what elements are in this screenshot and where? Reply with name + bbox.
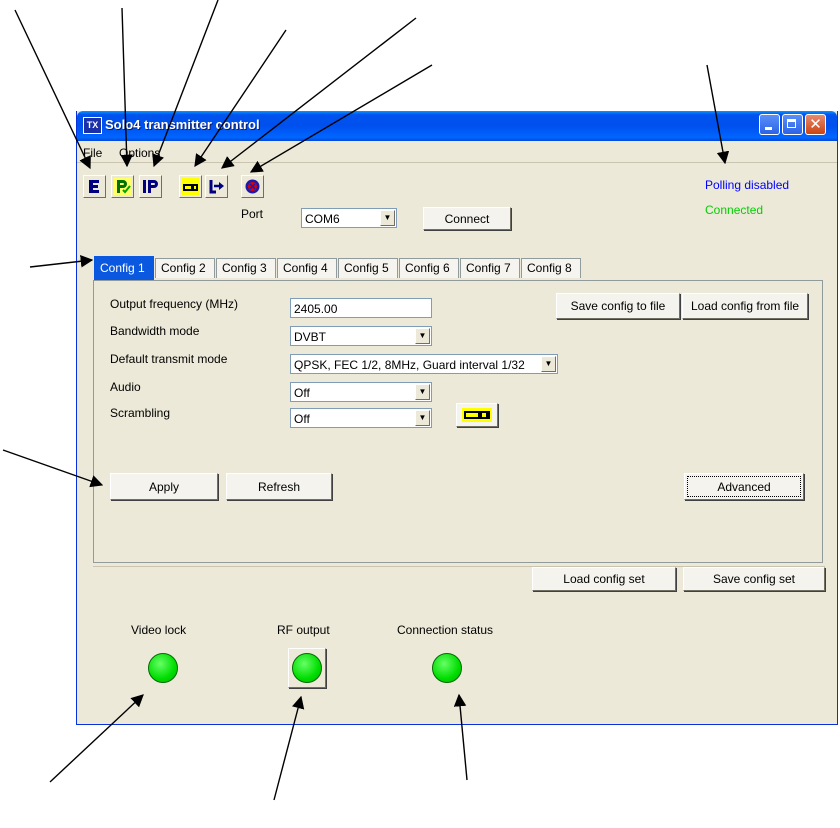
maximize-button[interactable] bbox=[782, 114, 803, 135]
bandwidth-mode-label: Bandwidth mode bbox=[110, 324, 200, 338]
config-panel: Output frequency (MHz) 2405.00 Bandwidth… bbox=[93, 280, 823, 563]
scrambling-label: Scrambling bbox=[110, 406, 171, 420]
p-check-button[interactable] bbox=[111, 175, 134, 198]
video-lock-label: Video lock bbox=[131, 623, 187, 637]
transmit-mode-label: Default transmit mode bbox=[110, 352, 228, 366]
tab-config-1[interactable]: Config 1 bbox=[94, 256, 154, 280]
app-logo-icon: TX bbox=[83, 117, 102, 134]
output-frequency-input[interactable]: 2405.00 bbox=[290, 298, 432, 318]
window-title: Solo4 transmitter control bbox=[105, 117, 260, 132]
key-icon bbox=[462, 408, 492, 422]
chevron-down-icon[interactable]: ▼ bbox=[415, 328, 430, 344]
bandwidth-mode-select[interactable]: DVBT ▼ bbox=[290, 326, 432, 346]
audio-select[interactable]: Off ▼ bbox=[290, 382, 432, 402]
rf-output-button[interactable] bbox=[288, 648, 326, 688]
stop-button[interactable] bbox=[241, 175, 264, 198]
polling-status-text: Polling disabled bbox=[705, 178, 790, 192]
tab-config-4[interactable]: Config 4 bbox=[277, 258, 337, 278]
tab-config-6[interactable]: Config 6 bbox=[399, 258, 459, 278]
connected-status-text: Connected bbox=[705, 203, 764, 217]
menu-bar: File Options bbox=[77, 144, 837, 163]
output-frequency-label: Output frequency (MHz) bbox=[110, 297, 239, 311]
tab-config-2[interactable]: Config 2 bbox=[155, 258, 215, 278]
advanced-button[interactable]: Advanced bbox=[684, 473, 804, 500]
port-label: Port bbox=[241, 207, 264, 221]
tab-config-3[interactable]: Config 3 bbox=[216, 258, 276, 278]
chevron-down-icon[interactable]: ▼ bbox=[415, 384, 430, 400]
key-button[interactable] bbox=[179, 175, 202, 198]
minimize-icon bbox=[765, 127, 772, 130]
export-button[interactable] bbox=[205, 175, 228, 198]
connection-status-led bbox=[432, 653, 462, 683]
p-check-icon bbox=[114, 178, 131, 195]
load-config-from-file-button[interactable]: Load config from file bbox=[682, 293, 808, 319]
chevron-down-icon[interactable]: ▼ bbox=[415, 410, 430, 426]
e-icon bbox=[86, 178, 103, 195]
p-bars-button[interactable] bbox=[139, 175, 162, 198]
app-window: TX Solo4 transmitter control ✕ File Opti… bbox=[76, 111, 838, 725]
scrambling-select[interactable]: Off ▼ bbox=[290, 408, 432, 428]
close-button[interactable]: ✕ bbox=[805, 114, 826, 135]
close-icon: ✕ bbox=[809, 115, 822, 133]
title-bar[interactable]: TX Solo4 transmitter control ✕ bbox=[77, 111, 837, 141]
menu-file[interactable]: File bbox=[83, 146, 102, 160]
refresh-button[interactable]: Refresh bbox=[226, 473, 332, 500]
scrambling-key-button[interactable] bbox=[456, 403, 498, 427]
chevron-down-icon[interactable]: ▼ bbox=[380, 210, 395, 226]
audio-label: Audio bbox=[110, 380, 141, 394]
rf-output-led bbox=[292, 653, 322, 683]
port-select-value: COM6 bbox=[305, 212, 340, 226]
stop-icon bbox=[244, 178, 261, 195]
save-config-to-file-button[interactable]: Save config to file bbox=[556, 293, 680, 319]
tab-config-5[interactable]: Config 5 bbox=[338, 258, 398, 278]
apply-button[interactable]: Apply bbox=[110, 473, 218, 500]
load-config-set-button[interactable]: Load config set bbox=[532, 567, 676, 591]
rf-output-label: RF output bbox=[277, 623, 330, 637]
minimize-button[interactable] bbox=[759, 114, 780, 135]
key-icon bbox=[182, 178, 199, 195]
transmit-mode-select[interactable]: QPSK, FEC 1/2, 8MHz, Guard interval 1/32… bbox=[290, 354, 558, 374]
connect-button[interactable]: Connect bbox=[423, 207, 511, 230]
menu-options[interactable]: Options bbox=[119, 146, 160, 160]
tab-config-7[interactable]: Config 7 bbox=[460, 258, 520, 278]
export-arrow-icon bbox=[208, 178, 225, 195]
video-lock-led bbox=[148, 653, 178, 683]
connection-status-label: Connection status bbox=[397, 623, 494, 637]
p-bars-icon bbox=[142, 178, 159, 195]
e-button[interactable] bbox=[83, 175, 106, 198]
save-config-set-button[interactable]: Save config set bbox=[683, 567, 825, 591]
port-select[interactable]: COM6 ▼ bbox=[301, 208, 397, 228]
maximize-icon bbox=[787, 119, 796, 128]
tab-config-8[interactable]: Config 8 bbox=[521, 258, 581, 278]
chevron-down-icon[interactable]: ▼ bbox=[541, 356, 556, 372]
